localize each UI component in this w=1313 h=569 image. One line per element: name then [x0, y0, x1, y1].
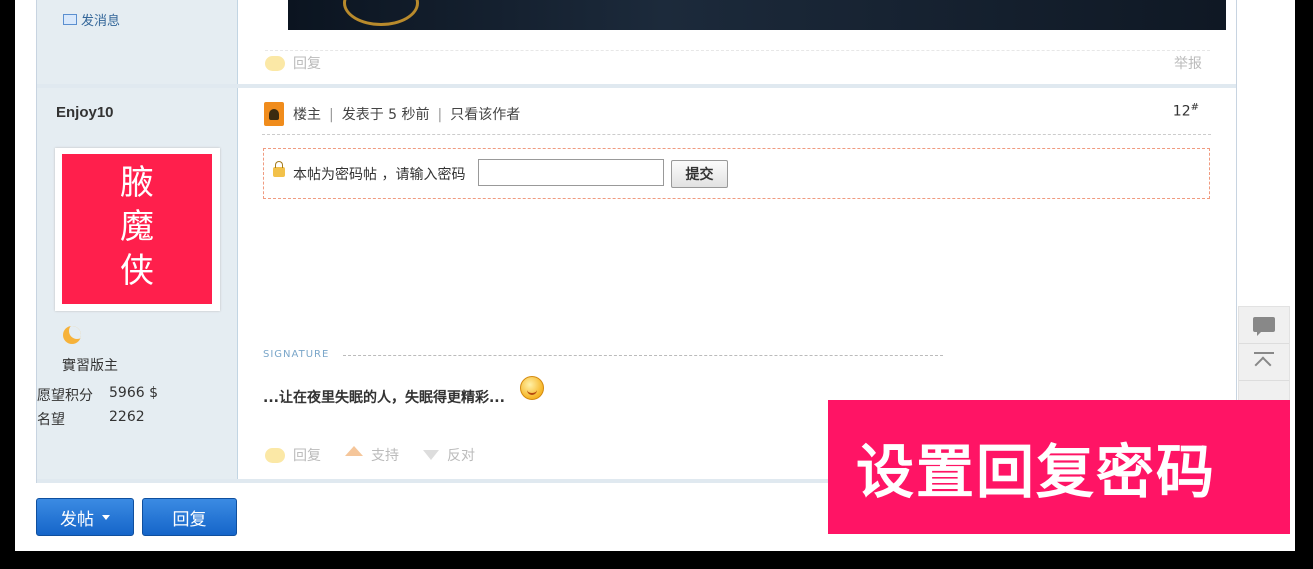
- reply-bubble-icon: [265, 447, 285, 463]
- owner-label: 楼主: [293, 107, 321, 123]
- message-icon: [63, 14, 77, 25]
- post-meta: 楼主 | 发表于 5 秒前 | 只看该作者: [293, 107, 521, 123]
- avatar[interactable]: 腋 魔 侠: [55, 148, 220, 311]
- send-message-link[interactable]: 发消息: [63, 10, 120, 29]
- previous-post-actions: 回复 举报: [265, 50, 1210, 73]
- password-input[interactable]: [478, 159, 664, 186]
- previous-post-image: [288, 0, 1226, 30]
- overlay-banner: 设置回复密码: [828, 400, 1290, 534]
- post-actions: 回复 支持 反对: [265, 445, 475, 465]
- password-prompt-box: 本帖为密码帖 ，请输入密码 提交: [263, 148, 1210, 199]
- send-message-label: 发消息: [81, 14, 121, 29]
- reply-bubble-icon: [265, 55, 285, 71]
- avatar-char-3: 侠: [120, 251, 154, 291]
- post-separator: [37, 84, 1236, 88]
- rank-title: 實習版主: [62, 358, 118, 374]
- previous-reply-label: 回复: [293, 56, 321, 72]
- chat-icon: [1253, 317, 1275, 336]
- previous-reply-button[interactable]: 回复: [265, 53, 321, 73]
- support-button[interactable]: 支持: [345, 445, 399, 465]
- stat-value: 2262: [109, 409, 145, 425]
- avatar-image: 腋 魔 侠: [62, 154, 212, 304]
- forum-page: 发消息 回复 举报 Enjoy10 腋 魔 侠 實習版主 愿望积分 5966 $…: [15, 0, 1295, 551]
- smile-emoji-icon: [520, 376, 544, 400]
- oppose-button[interactable]: 反对: [423, 445, 475, 465]
- signature-label: SIGNATURE: [263, 349, 330, 360]
- moon-icon: [63, 326, 81, 344]
- only-author-link[interactable]: 只看该作者: [450, 107, 520, 123]
- stat-label: 愿望积分: [37, 388, 93, 404]
- reply-button[interactable]: 回复: [265, 445, 321, 465]
- floor-number[interactable]: 12#: [1173, 102, 1199, 120]
- back-to-top-tool[interactable]: [1239, 344, 1289, 381]
- signature-divider: [343, 355, 943, 356]
- stat-wish-points: 愿望积分 5966 $: [37, 385, 158, 405]
- support-label: 支持: [371, 448, 399, 464]
- back-to-top-icon: [1254, 352, 1274, 374]
- floor-symbol: #: [1190, 102, 1199, 113]
- post-header: 楼主 | 发表于 5 秒前 | 只看该作者 12#: [262, 100, 1211, 135]
- owner-icon: [264, 102, 284, 126]
- reply-post-button[interactable]: 回复: [142, 498, 237, 536]
- chevron-down-icon: [102, 514, 110, 520]
- stat-value: 5966 $: [109, 385, 158, 401]
- submit-button[interactable]: 提交: [671, 160, 728, 188]
- thumb-down-icon: [423, 450, 439, 460]
- floor-number-value: 12: [1172, 103, 1191, 120]
- quick-reply-tool[interactable]: [1239, 307, 1289, 344]
- reply-label: 回复: [293, 448, 321, 464]
- posted-time: 发表于 5 秒前: [341, 107, 430, 123]
- new-post-label: 发帖: [60, 509, 94, 530]
- avatar-char-2: 魔: [120, 207, 154, 247]
- report-link[interactable]: 举报: [1174, 53, 1202, 73]
- avatar-char-1: 腋: [120, 163, 154, 203]
- oppose-label: 反对: [447, 448, 475, 464]
- stat-fame: 名望 2262: [37, 409, 145, 429]
- author-name[interactable]: Enjoy10: [56, 104, 114, 121]
- lock-icon: [273, 161, 285, 177]
- thumb-up-icon: [345, 446, 363, 456]
- signature-text: ...让在夜里失眠的人，失眠得更精彩...: [263, 390, 505, 406]
- new-post-button[interactable]: 发帖: [36, 498, 134, 536]
- password-prompt-text: 本帖为密码帖 ，请输入密码: [293, 167, 466, 183]
- stat-label: 名望: [37, 412, 65, 428]
